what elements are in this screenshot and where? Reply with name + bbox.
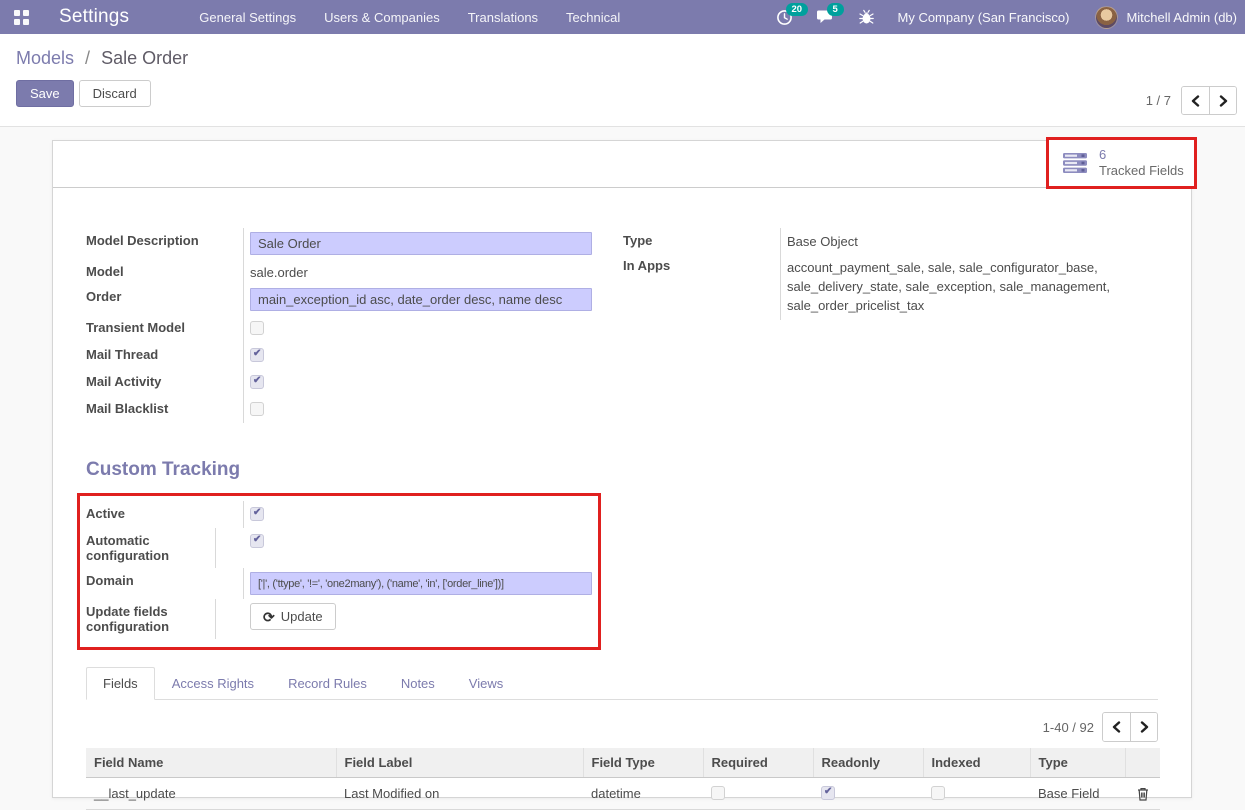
custom-tracking-group: Active Automatic configuration Domain Up…: [86, 501, 598, 639]
menu-technical[interactable]: Technical: [552, 1, 634, 34]
column-type[interactable]: Type: [1030, 748, 1125, 778]
form-left-group: Model Description Model sale.order Order…: [86, 228, 586, 423]
cell-field-label[interactable]: Last Modified on: [336, 778, 583, 810]
save-button[interactable]: Save: [16, 80, 74, 107]
bug-icon[interactable]: [859, 9, 874, 25]
model-description-input[interactable]: [250, 232, 592, 255]
form-right-group: Type Base Object In Apps account_payment…: [623, 228, 1161, 423]
form-main-groups: Model Description Model sale.order Order…: [53, 188, 1191, 423]
systray: 20 5 My Company (San Francisco): [752, 6, 1238, 29]
notebook-tabs: Fields Access Rights Record Rules Notes …: [86, 667, 1158, 700]
statusbar: 6 Tracked Fields: [53, 141, 1191, 188]
tracked-fields-count: 6: [1099, 147, 1184, 163]
automatic-configuration-label: Automatic configuration: [86, 528, 216, 568]
tab-views[interactable]: Views: [452, 667, 520, 700]
column-actions: [1125, 748, 1160, 778]
activity-clock-icon[interactable]: 20: [776, 9, 793, 26]
form-sheet: 6 Tracked Fields Model Description Model…: [52, 140, 1192, 798]
menu-translations[interactable]: Translations: [454, 1, 552, 34]
tracked-fields-label: Tracked Fields: [1099, 163, 1184, 179]
list-pager-value: 1-40 / 92: [1043, 720, 1094, 735]
table-row[interactable]: __last_update Last Modified on datetime …: [86, 778, 1160, 810]
apps-menu-icon[interactable]: [14, 10, 29, 25]
form-pager-next-button[interactable]: [1209, 87, 1236, 114]
list-pager-previous-button[interactable]: [1103, 713, 1130, 741]
cell-field-type[interactable]: datetime: [583, 778, 703, 810]
tracked-fields-icon: [1062, 152, 1089, 174]
cell-indexed: [923, 778, 1030, 810]
form-pager-previous-button[interactable]: [1182, 87, 1209, 114]
order-label: Order: [86, 284, 244, 315]
trash-icon: [1137, 787, 1149, 801]
nav-menu: General Settings Users & Companies Trans…: [185, 1, 634, 34]
domain-input[interactable]: [250, 572, 592, 595]
control-panel: Models / Sale Order Save Discard 1 / 7: [0, 34, 1245, 127]
type-value: Base Object: [781, 228, 1173, 253]
refresh-icon: ⟳: [263, 610, 275, 624]
page: Settings General Settings Users & Compan…: [0, 0, 1245, 798]
active-checkbox[interactable]: [250, 507, 264, 521]
column-required[interactable]: Required: [703, 748, 813, 778]
column-field-label[interactable]: Field Label: [336, 748, 583, 778]
column-readonly[interactable]: Readonly: [813, 748, 923, 778]
activity-count-badge: 20: [786, 3, 809, 16]
breadcrumb-separator: /: [85, 48, 90, 68]
custom-tracking-heading: Custom Tracking: [86, 459, 1191, 481]
cell-required: [703, 778, 813, 810]
mail-activity-checkbox[interactable]: [250, 375, 264, 389]
breadcrumb-current: Sale Order: [101, 48, 188, 68]
list-pager-next-button[interactable]: [1130, 713, 1157, 741]
user-menu[interactable]: Mitchell Admin (db): [1126, 10, 1237, 25]
automatic-configuration-checkbox[interactable]: [250, 534, 264, 548]
in-apps-label: In Apps: [623, 253, 781, 320]
in-apps-value: account_payment_sale, sale, sale_configu…: [781, 253, 1173, 320]
mail-thread-label: Mail Thread: [86, 342, 244, 369]
form-pager: 1 / 7: [1146, 86, 1237, 115]
mail-blacklist-checkbox[interactable]: [250, 402, 264, 416]
discard-button[interactable]: Discard: [79, 80, 151, 107]
cell-readonly: [813, 778, 923, 810]
user-avatar[interactable]: [1095, 6, 1118, 29]
model-value: sale.order: [244, 259, 586, 284]
breadcrumb: Models / Sale Order: [16, 48, 1229, 69]
message-count-badge: 5: [827, 3, 844, 16]
tab-fields[interactable]: Fields: [86, 667, 155, 700]
update-button[interactable]: ⟳Update: [250, 603, 336, 630]
custom-tracking-annotation-box: Active Automatic configuration Domain Up…: [77, 493, 601, 650]
breadcrumb-models-link[interactable]: Models: [16, 48, 74, 68]
menu-users-companies[interactable]: Users & Companies: [310, 1, 454, 34]
mail-blacklist-label: Mail Blacklist: [86, 396, 244, 423]
fields-table: Field Name Field Label Field Type Requir…: [86, 748, 1160, 810]
mail-thread-checkbox[interactable]: [250, 348, 264, 362]
cell-type[interactable]: Base Field: [1030, 778, 1125, 810]
model-label: Model: [86, 259, 244, 284]
column-field-name[interactable]: Field Name: [86, 748, 336, 778]
tab-record-rules[interactable]: Record Rules: [271, 667, 384, 700]
delete-row-button[interactable]: [1125, 778, 1160, 810]
transient-model-label: Transient Model: [86, 315, 244, 342]
active-label: Active: [86, 501, 244, 528]
type-label: Type: [623, 228, 781, 253]
tracked-fields-stat-button[interactable]: 6 Tracked Fields: [1049, 140, 1194, 186]
update-fields-configuration-label: Update fields configuration: [86, 599, 216, 639]
transient-model-checkbox[interactable]: [250, 321, 264, 335]
messages-icon[interactable]: 5: [817, 9, 835, 25]
model-description-label: Model Description: [86, 228, 244, 259]
domain-label: Domain: [86, 568, 244, 599]
top-navbar: Settings General Settings Users & Compan…: [0, 0, 1245, 34]
tab-access-rights[interactable]: Access Rights: [155, 667, 271, 700]
menu-general-settings[interactable]: General Settings: [185, 1, 310, 34]
tracked-fields-annotation-box: 6 Tracked Fields: [1046, 137, 1197, 189]
column-field-type[interactable]: Field Type: [583, 748, 703, 778]
order-input[interactable]: [250, 288, 592, 311]
app-title[interactable]: Settings: [59, 6, 129, 28]
company-switcher[interactable]: My Company (San Francisco): [898, 10, 1070, 25]
form-pager-value: 1 / 7: [1146, 93, 1171, 108]
table-header-row: Field Name Field Label Field Type Requir…: [86, 748, 1160, 778]
cell-field-name[interactable]: __last_update: [86, 778, 336, 810]
column-indexed[interactable]: Indexed: [923, 748, 1030, 778]
tab-notes[interactable]: Notes: [384, 667, 452, 700]
list-pager: 1-40 / 92: [86, 712, 1158, 742]
mail-activity-label: Mail Activity: [86, 369, 244, 396]
